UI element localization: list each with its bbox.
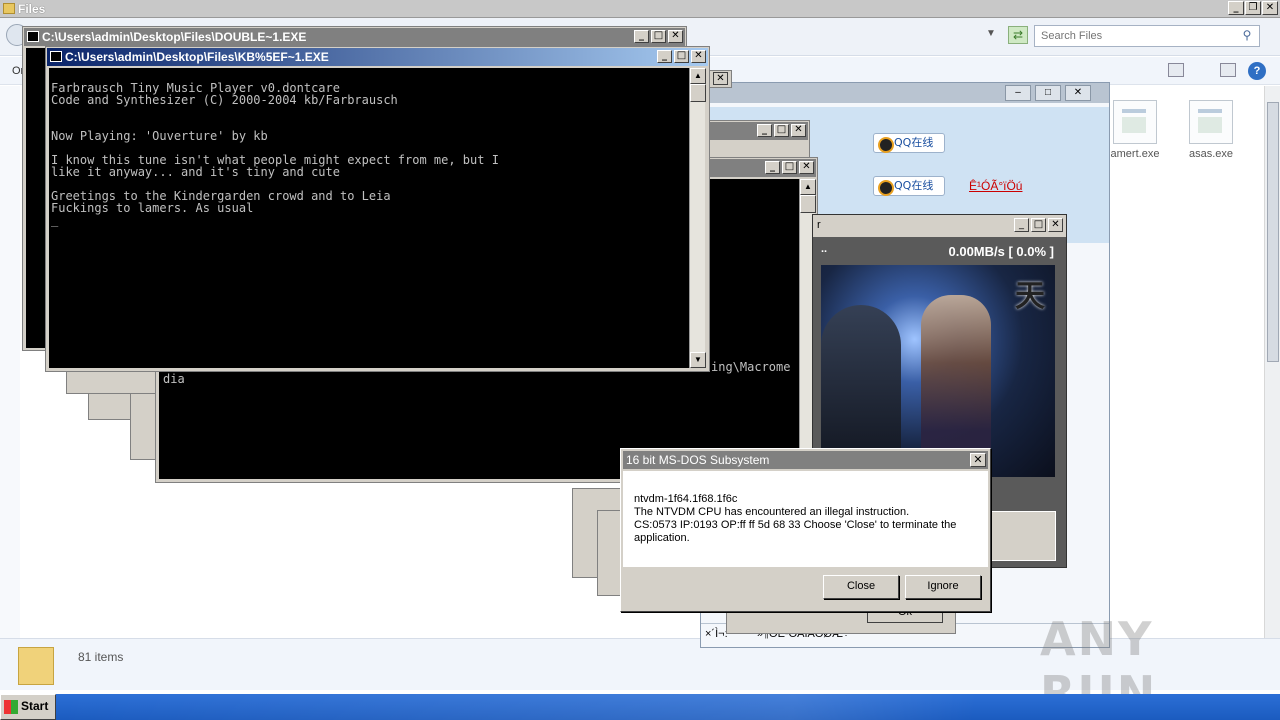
close-button[interactable]: ✕ bbox=[1065, 85, 1091, 101]
folder-icon bbox=[18, 647, 54, 685]
navigation-pane bbox=[0, 86, 20, 646]
qq-titlebar: – □ ✕ bbox=[701, 83, 1109, 103]
scroll-up-arrow[interactable]: ▲ bbox=[690, 68, 706, 84]
explorer-window-controls: _ ❐ ✕ bbox=[1228, 1, 1278, 15]
window-title: r bbox=[817, 219, 821, 231]
status-label: ×´Ì¬: bbox=[705, 628, 728, 640]
dialog-title: 16 bit MS-DOS Subsystem bbox=[626, 453, 770, 467]
game-banner-image: 天 bbox=[821, 265, 1055, 477]
download-speed: 0.00MB/s [ 0.0% ] bbox=[948, 244, 1055, 259]
minimize-button[interactable]: _ bbox=[634, 30, 649, 43]
exe-file-icon bbox=[1113, 100, 1157, 144]
scrollbar-thumb[interactable] bbox=[690, 84, 706, 102]
file-name: asas.exe bbox=[1188, 148, 1234, 160]
minimize-button[interactable]: _ bbox=[1014, 218, 1029, 232]
start-label: Start bbox=[21, 699, 49, 713]
explorer-scrollbar[interactable] bbox=[1264, 86, 1280, 690]
search-input[interactable] bbox=[1035, 26, 1225, 46]
maximize-button[interactable]: □ bbox=[774, 124, 789, 137]
console-scrollbar[interactable]: ▲ ▼ bbox=[689, 68, 706, 368]
items-count: 81 items bbox=[78, 650, 124, 664]
folder-icon bbox=[3, 3, 15, 14]
help-link[interactable]: Ê¹ÓÃ°ïÖú bbox=[969, 179, 1022, 193]
maximize-button[interactable]: □ bbox=[674, 50, 689, 63]
taskbar: Start bbox=[0, 694, 1280, 720]
minimize-button[interactable]: – bbox=[1005, 85, 1031, 101]
exe-file-icon bbox=[1189, 100, 1233, 144]
cmd-window-kb[interactable]: C:\Users\admin\Desktop\Files\KB%5EF~1.EX… bbox=[45, 46, 710, 372]
message-line: CS:0573 IP:0193 OP:ff ff 5d 68 33 Choose… bbox=[634, 519, 957, 544]
message-line: The NTVDM CPU has encountered an illegal… bbox=[634, 506, 910, 518]
close-button[interactable]: ✕ bbox=[691, 50, 706, 63]
close-button[interactable]: Close bbox=[823, 575, 899, 599]
search-box[interactable]: ⚲ bbox=[1034, 25, 1260, 47]
minimize-button[interactable]: _ bbox=[765, 161, 780, 174]
close-button[interactable]: ✕ bbox=[1262, 1, 1278, 15]
console-output bbox=[26, 48, 46, 348]
ntvdm-error-dialog[interactable]: 16 bit MS-DOS Subsystem ✕ ntvdm-1f64.1f6… bbox=[620, 448, 991, 612]
preview-pane-icon[interactable] bbox=[1220, 63, 1236, 77]
help-icon[interactable]: ? bbox=[1248, 62, 1266, 80]
ignore-button[interactable]: Ignore bbox=[905, 575, 981, 599]
game-button-panel[interactable] bbox=[988, 511, 1056, 561]
maximize-button[interactable]: □ bbox=[782, 161, 797, 174]
maximize-button[interactable]: ❐ bbox=[1245, 1, 1261, 15]
progress-dots: .. bbox=[821, 243, 828, 255]
message-line: ntvdm-1f64.1f68.1f6c bbox=[634, 493, 738, 505]
windows-logo-icon bbox=[4, 700, 18, 714]
refresh-icon[interactable]: ⇄ bbox=[1008, 26, 1028, 44]
game-titlebar: r _ □ ✕ bbox=[813, 215, 1066, 237]
file-item[interactable]: asas.exe bbox=[1176, 100, 1246, 160]
views-icon[interactable] bbox=[1168, 63, 1184, 77]
maximize-button[interactable]: □ bbox=[1035, 85, 1061, 101]
close-button[interactable]: ✕ bbox=[1048, 218, 1063, 232]
qq-online-button[interactable]: QQ在线 bbox=[873, 133, 945, 153]
close-button[interactable]: ✕ bbox=[668, 30, 683, 43]
start-button[interactable]: Start bbox=[0, 694, 56, 720]
file-item[interactable]: amert.exe bbox=[1100, 100, 1170, 160]
scrollbar-thumb[interactable] bbox=[1267, 102, 1279, 362]
minimize-button[interactable]: _ bbox=[1228, 1, 1244, 15]
console-text: dia bbox=[163, 372, 185, 386]
maximize-button[interactable]: □ bbox=[651, 30, 666, 43]
game-logo: 天 bbox=[1015, 279, 1045, 314]
window-title: C:\Users\admin\Desktop\Files\KB%5EF~1.EX… bbox=[65, 50, 329, 64]
cmd-icon bbox=[50, 51, 62, 62]
scroll-down-arrow[interactable]: ▼ bbox=[690, 352, 706, 368]
dialog-message: ntvdm-1f64.1f68.1f6c The NTVDM CPU has e… bbox=[623, 471, 988, 567]
window-title: C:\Users\admin\Desktop\Files\DOUBLE~1.EX… bbox=[42, 30, 307, 44]
dialog-titlebar: 16 bit MS-DOS Subsystem ✕ bbox=[623, 451, 988, 469]
qq-online-button[interactable]: QQ在线 bbox=[873, 176, 945, 196]
close-icon[interactable]: ✕ bbox=[970, 453, 986, 467]
close-button[interactable]: ✕ bbox=[799, 161, 814, 174]
explorer-titlebar: Files _ ❐ ✕ bbox=[0, 0, 1280, 18]
hero-figure bbox=[921, 295, 991, 465]
cmd-icon bbox=[27, 31, 39, 42]
console-output: Farbrausch Tiny Music Player v0.dontcare… bbox=[49, 68, 689, 368]
scrollbar-thumb[interactable] bbox=[800, 195, 816, 213]
close-button[interactable]: ✕ bbox=[791, 124, 806, 137]
minimize-button[interactable]: _ bbox=[757, 124, 772, 137]
search-icon[interactable]: ⚲ bbox=[1239, 28, 1255, 44]
maximize-button[interactable]: □ bbox=[1031, 218, 1046, 232]
minimize-button[interactable]: _ bbox=[657, 50, 672, 63]
close-button[interactable]: ✕ bbox=[713, 72, 728, 85]
address-dropdown-icon[interactable]: ▼ bbox=[986, 28, 996, 39]
console-text: ing\Macrome bbox=[711, 360, 791, 374]
scroll-up-arrow[interactable]: ▲ bbox=[800, 179, 816, 195]
explorer-title: Files bbox=[18, 2, 46, 16]
file-name: amert.exe bbox=[1110, 148, 1160, 160]
